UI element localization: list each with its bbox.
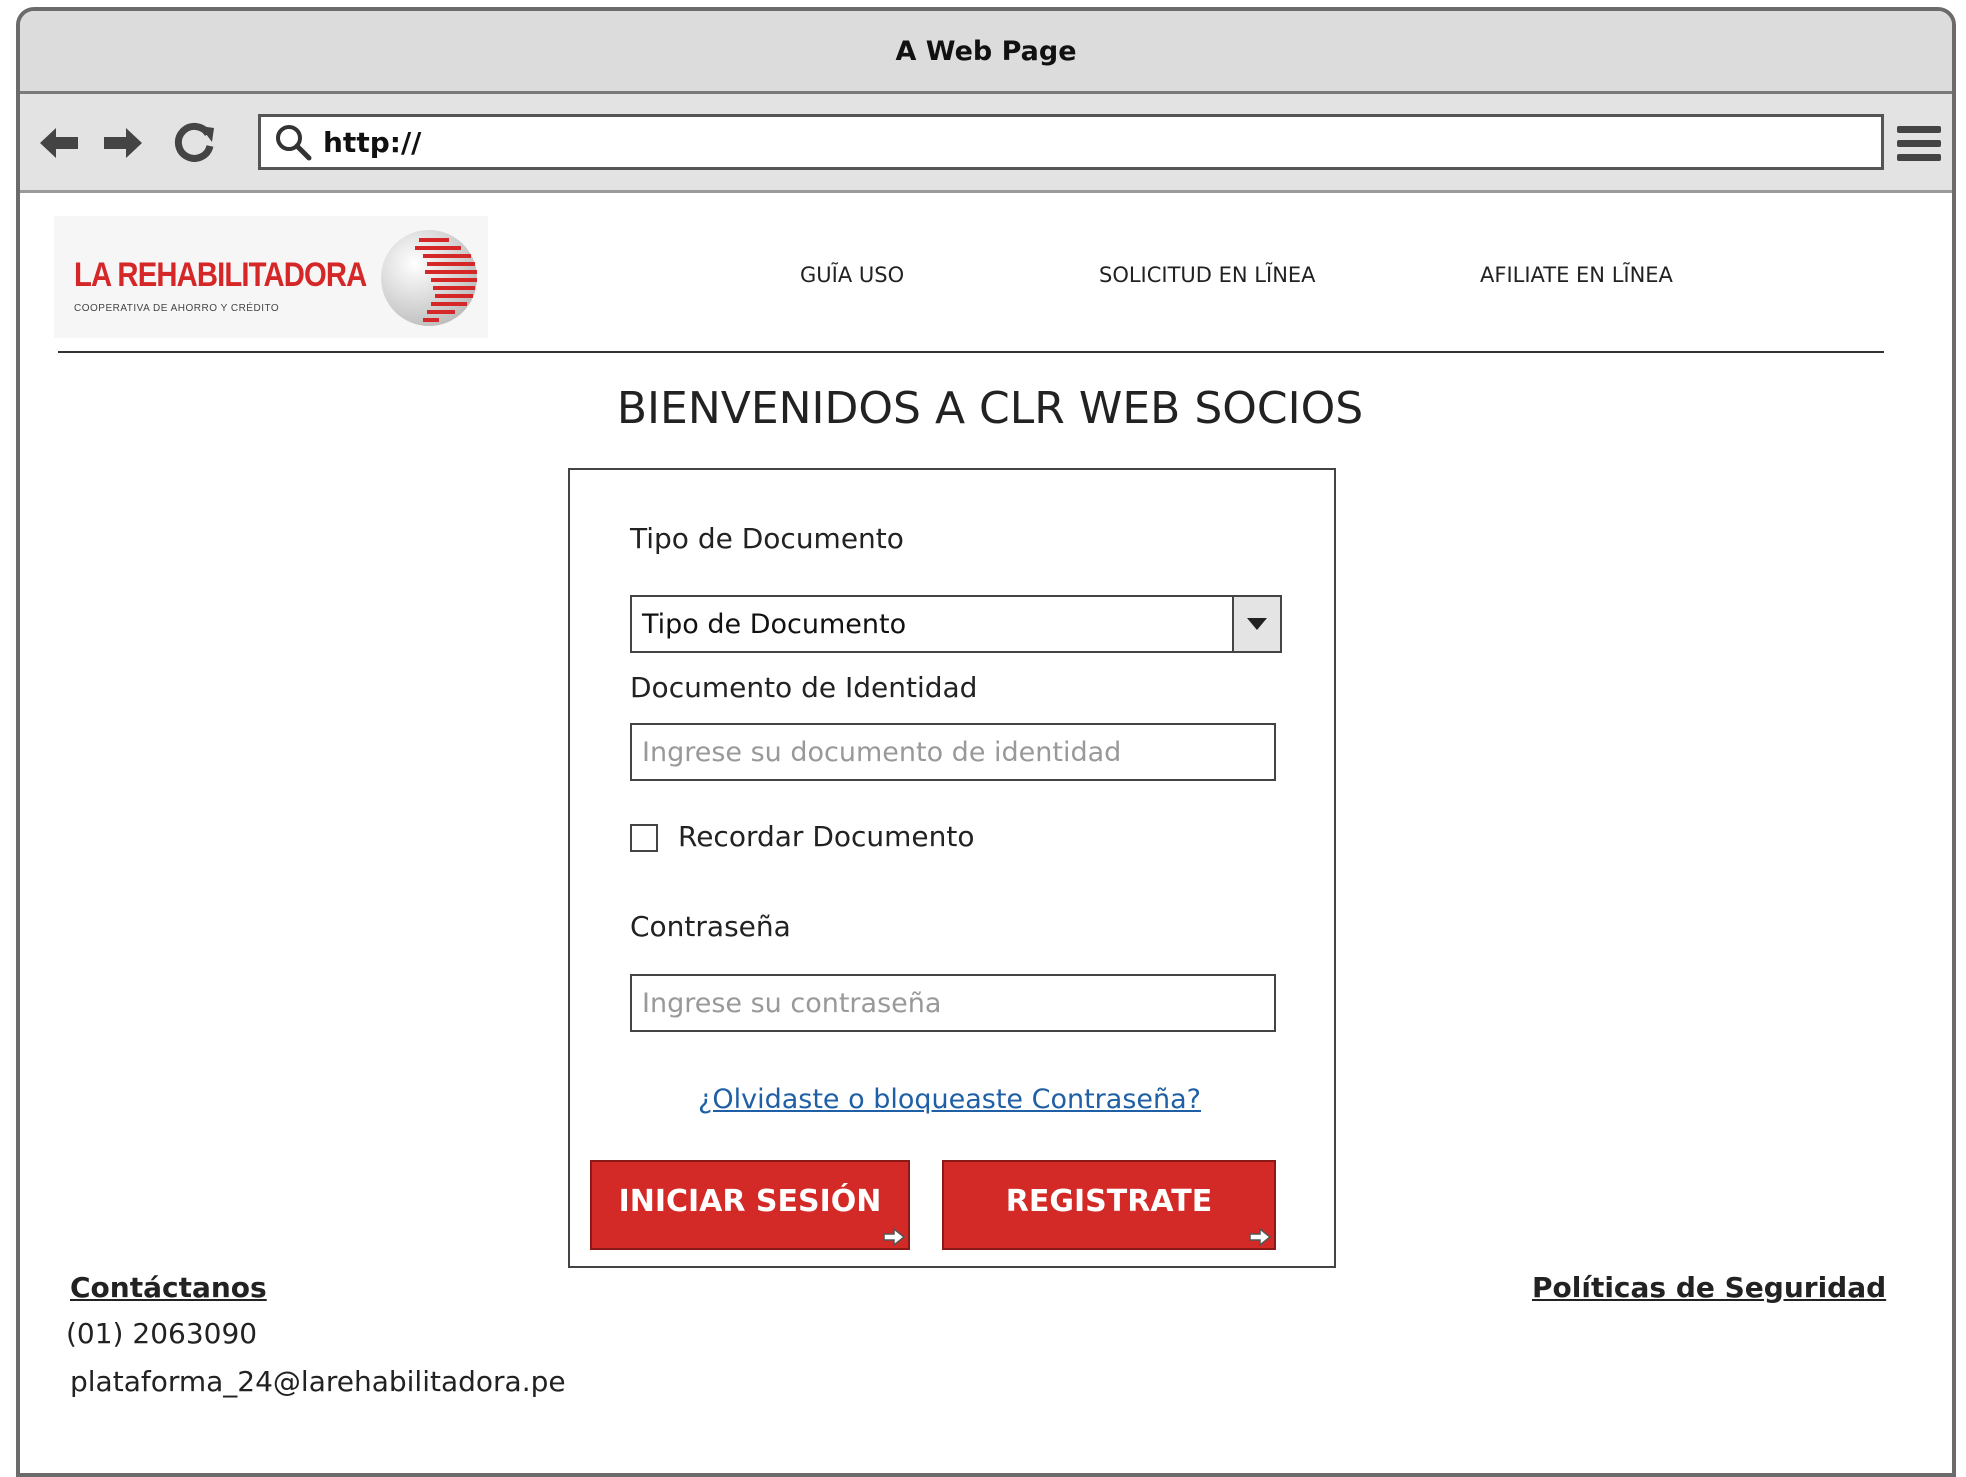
page-title: BIENVENIDOS A CLR WEB SOCIOS xyxy=(616,383,1364,434)
address-bar[interactable]: http:// xyxy=(258,114,1884,170)
register-button-label: REGISTRATE xyxy=(1005,1183,1213,1219)
reload-icon[interactable] xyxy=(172,120,218,166)
contact-email: plataforma_24@larehabilitadora.pe xyxy=(70,1365,566,1398)
header-divider xyxy=(58,351,1884,353)
contact-phone: (01) 2063090 xyxy=(66,1317,258,1350)
forward-arrow-icon[interactable] xyxy=(100,120,146,166)
doc-type-select[interactable]: Tipo de Documento xyxy=(630,595,1282,653)
chevron-down-icon[interactable] xyxy=(1232,597,1280,651)
doc-type-value: Tipo de Documento xyxy=(642,609,907,640)
back-arrow-icon[interactable] xyxy=(36,120,82,166)
browser-window: A Web Page http:// LA REHABILITADORA COO… xyxy=(16,7,1956,1477)
doc-type-label: Tipo de Documento xyxy=(630,522,904,555)
brand-logo[interactable]: LA REHABILITADORA COOPERATIVA DE AHORRO … xyxy=(54,216,488,338)
window-title: A Web Page xyxy=(895,35,1077,67)
nav-afiliate-en-linea[interactable]: AFILIATE EN LĨNEA xyxy=(1480,263,1673,287)
logo-globe-icon xyxy=(381,230,477,326)
password-input[interactable] xyxy=(630,974,1276,1032)
remember-label: Recordar Documento xyxy=(678,820,975,853)
logo-name: LA REHABILITADORA xyxy=(74,256,367,294)
doc-id-label: Documento de Identidad xyxy=(630,671,978,704)
password-label: Contraseña xyxy=(630,910,791,943)
forgot-password-link[interactable]: ¿Olvidaste o bloqueaste Contraseña? xyxy=(698,1084,1201,1115)
remember-checkbox[interactable] xyxy=(630,824,658,852)
logo-subtitle: COOPERATIVA DE AHORRO Y CRÉDITO xyxy=(74,303,280,314)
arrow-right-icon xyxy=(883,1228,906,1246)
doc-id-input[interactable] xyxy=(630,723,1276,781)
nav-solicitud-en-linea[interactable]: SOLICITUD EN LĨNEA xyxy=(1099,263,1316,287)
title-bar: A Web Page xyxy=(20,11,1952,94)
login-button-label: INICIAR SESIÓN xyxy=(618,1183,882,1219)
register-button[interactable]: REGISTRATE xyxy=(942,1160,1276,1250)
login-form: Tipo de Documento Tipo de Documento Docu… xyxy=(568,468,1336,1268)
login-button[interactable]: INICIAR SESIÓN xyxy=(590,1160,910,1250)
contact-link[interactable]: Contáctanos xyxy=(70,1271,267,1304)
browser-toolbar: http:// xyxy=(20,94,1952,193)
nav-guia-uso[interactable]: GUĨA USO xyxy=(800,263,904,287)
security-policy-link[interactable]: Políticas de Seguridad xyxy=(1532,1271,1886,1304)
url-text: http:// xyxy=(323,125,422,159)
search-icon xyxy=(276,125,312,161)
arrow-right-icon xyxy=(1249,1228,1272,1246)
hamburger-menu-icon[interactable] xyxy=(1897,122,1941,166)
